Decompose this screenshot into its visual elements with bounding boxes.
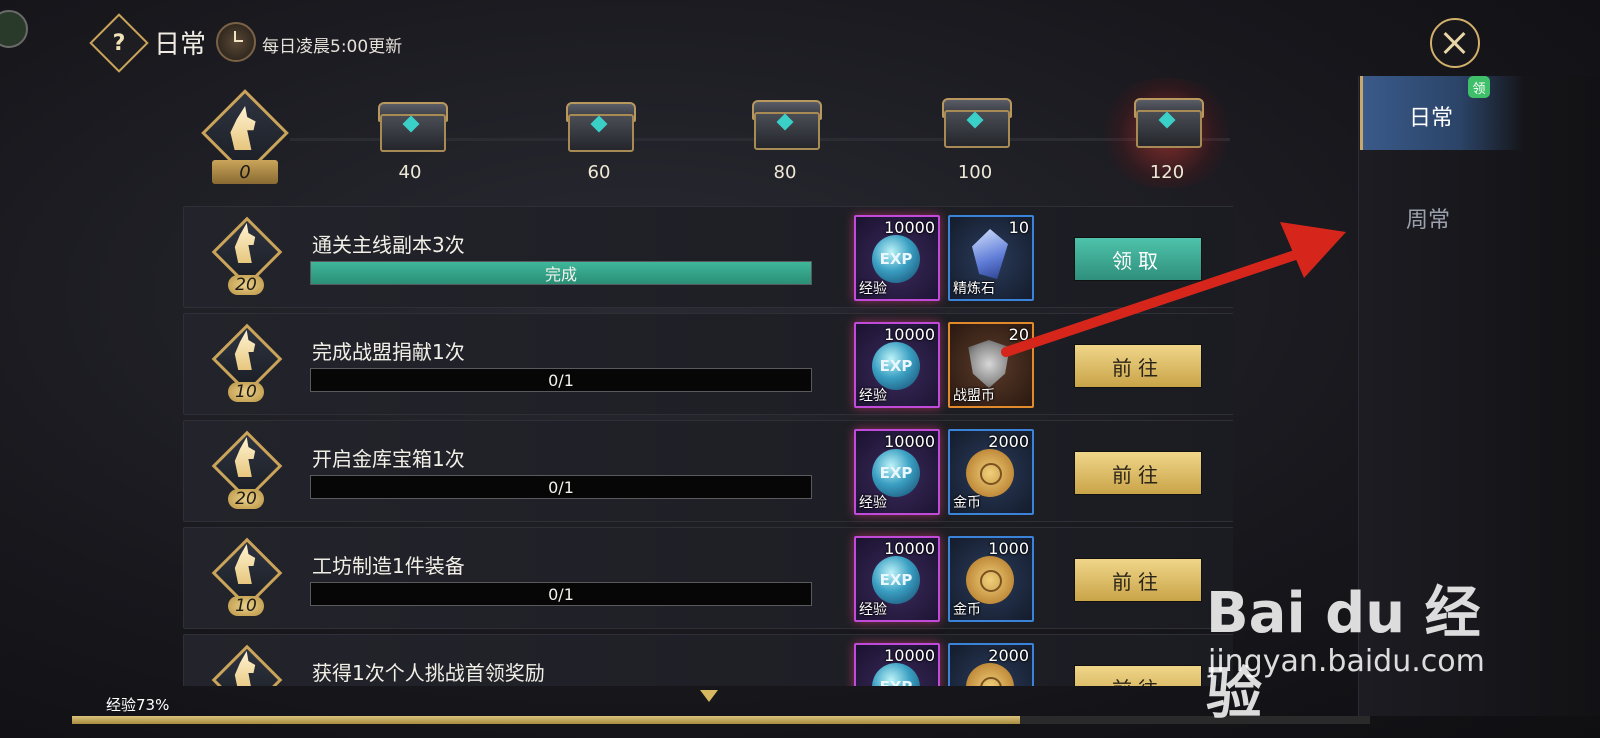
watermark: Bai du 经验 jingyan.baidu.com xyxy=(1206,568,1486,727)
watermark-url: jingyan.baidu.com xyxy=(1208,644,1485,679)
